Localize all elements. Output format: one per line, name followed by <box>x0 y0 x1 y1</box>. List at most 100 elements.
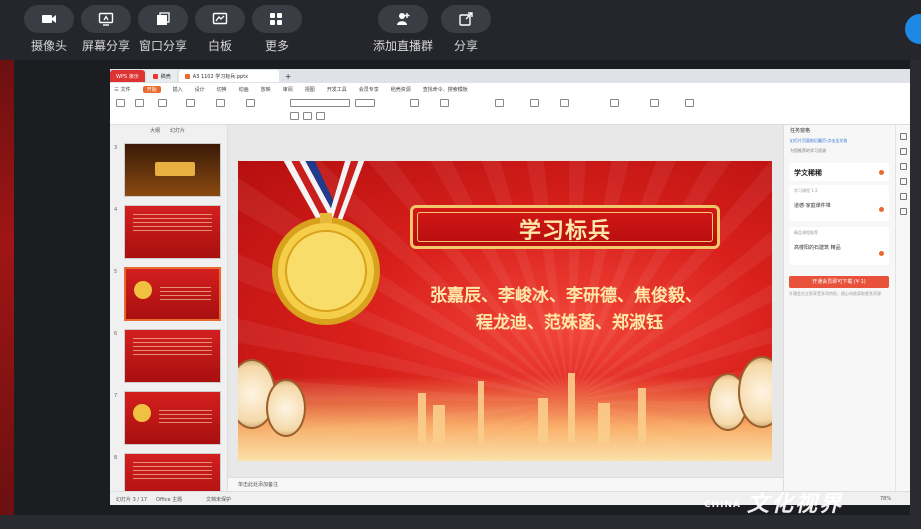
window-share-button[interactable]: 窗口分享 <box>135 5 191 54</box>
align-icon[interactable] <box>440 99 449 107</box>
more-button[interactable]: 更多 <box>249 5 305 54</box>
slide-thumbnail[interactable] <box>124 391 221 445</box>
background-strip-right <box>910 60 921 515</box>
menu-review[interactable]: 审阅 <box>283 86 293 93</box>
tab-doc-1[interactable]: 稿壳 <box>146 70 177 82</box>
arrange-icon[interactable] <box>560 99 569 107</box>
italic-icon[interactable] <box>303 112 312 120</box>
font-size-select[interactable] <box>355 99 375 107</box>
thumbnail-tabs: 大纲 幻灯片 <box>110 125 227 135</box>
theme-name: Office 主题 <box>156 497 183 503</box>
thumbnail-text-lines <box>133 214 212 234</box>
building <box>538 398 548 443</box>
building <box>433 405 445 443</box>
text-box-icon[interactable] <box>495 99 504 107</box>
share-panel-icon[interactable] <box>899 193 907 200</box>
window-share-icon <box>138 5 188 33</box>
animation-icon[interactable] <box>899 163 907 170</box>
property-icon[interactable] <box>899 133 907 140</box>
font-family-select[interactable] <box>290 99 350 107</box>
status-dot[interactable] <box>905 14 921 44</box>
screen-share-button[interactable]: 屏幕分享 <box>78 5 134 54</box>
resource-card[interactable]: 精品课程推荐 高楼阳的石建筑 精品 <box>789 227 889 265</box>
new-slide-icon[interactable] <box>186 99 195 107</box>
doc-icon <box>152 73 158 79</box>
resource-card[interactable]: 学习课程 1·2 道德·家庭课件堆 <box>789 185 889 221</box>
thumb-number: 4 <box>114 207 118 213</box>
menu-member[interactable]: 会员专享 <box>359 86 379 93</box>
slide-thumbnail[interactable] <box>124 329 221 383</box>
watermark-small: CHINA <box>704 500 741 510</box>
thumbnail-text-lines <box>159 410 212 424</box>
zoom-level[interactable]: 78% <box>880 496 891 502</box>
watermark-text: 文化视界 <box>746 492 843 517</box>
camera-button[interactable]: 摄像头 <box>21 5 77 54</box>
menu-docer[interactable]: 稻壳资源 <box>391 86 411 93</box>
thumbnail-text-lines <box>160 287 211 301</box>
drum-decoration <box>266 379 306 437</box>
slide-names-line2[interactable]: 程龙迪、范姝菡、郑淑钰 <box>476 308 663 333</box>
menu-insert[interactable]: 插入 <box>173 86 183 93</box>
protect-status[interactable]: 文档未保护 <box>206 496 231 503</box>
ribbon <box>110 95 910 125</box>
task-pane-link[interactable]: 幻灯片页面前后翻页·点击全文档 <box>784 136 895 146</box>
add-group-button[interactable]: 添加直播群 <box>372 5 434 54</box>
replace-icon[interactable] <box>650 99 659 107</box>
resource-card[interactable]: 学文稀稀 <box>789 163 889 181</box>
slide-thumbnail-selected[interactable] <box>124 267 221 321</box>
thumb-number: 5 <box>114 269 118 275</box>
whiteboard-label: 白板 <box>207 39 232 53</box>
building <box>568 373 575 443</box>
slide-canvas: 学习标兵 张嘉辰、李峻冰、李研德、焦俊毅、 程龙迪、范姝菡、郑淑钰 <box>228 125 783 491</box>
tab-wps-app[interactable]: WPS 演示 <box>110 70 145 82</box>
cut-icon[interactable] <box>135 99 144 107</box>
tab-doc-2[interactable]: A3 1102 学习标兵.pptx <box>178 70 279 82</box>
menu-home[interactable]: 开始 <box>142 85 161 93</box>
share-button[interactable]: 分享 <box>438 5 494 54</box>
slide-title[interactable]: 学习标兵 <box>410 213 720 245</box>
new-tab-icon[interactable]: + <box>285 72 292 81</box>
slide-count: 幻灯片 3 / 17 <box>116 497 147 503</box>
bold-icon[interactable] <box>290 112 299 120</box>
current-slide[interactable]: 学习标兵 张嘉辰、李峻冰、李研德、焦俊毅、 程龙迪、范姝菡、郑淑钰 <box>238 161 772 461</box>
underline-icon[interactable] <box>316 112 325 120</box>
camera-label: 摄像头 <box>30 39 67 53</box>
card-line: 高楼阳的石建筑 精品 <box>794 245 841 251</box>
city-skyline <box>238 376 772 461</box>
menu-transition[interactable]: 切换 <box>217 86 227 93</box>
whiteboard-button[interactable]: 白板 <box>192 5 248 54</box>
notes-pane[interactable]: 单击此处添加备注 <box>228 477 783 491</box>
menu-file[interactable]: 三 文件 <box>114 86 131 93</box>
reset-icon[interactable] <box>246 99 255 107</box>
paste-icon[interactable] <box>116 99 125 107</box>
add-group-icon <box>378 5 428 33</box>
menu-search[interactable]: 查找命令、搜索模板 <box>423 86 468 93</box>
slide-thumbnail[interactable] <box>124 205 221 259</box>
slide-thumbnail[interactable] <box>124 143 221 197</box>
shared-window: WPS 演示 稿壳 A3 1102 学习标兵.pptx + 三 文件 开始 插入… <box>110 69 910 505</box>
wps-menubar: 三 文件 开始 插入 设计 切换 动画 放映 审阅 视图 开发工具 会员专享 稻… <box>110 83 910 95</box>
menu-developer[interactable]: 开发工具 <box>327 86 347 93</box>
menu-animation[interactable]: 动画 <box>239 86 249 93</box>
help-icon[interactable] <box>899 208 907 215</box>
select-icon[interactable] <box>685 99 694 107</box>
thumbnail-graphic <box>155 162 195 176</box>
member-download-button[interactable]: 开通会员即可下载 (¥·1) <box>789 276 889 288</box>
shape-icon[interactable] <box>530 99 539 107</box>
task-pane: 任务窗格 幻灯片页面前后翻页·点击全文档 为您推荐的学习资源 学文稀稀 学习课程… <box>783 125 895 491</box>
history-icon[interactable] <box>899 178 907 185</box>
slide-names-line1[interactable]: 张嘉辰、李峻冰、李研德、焦俊毅、 <box>430 281 702 306</box>
building <box>638 388 646 443</box>
layout-icon[interactable] <box>216 99 225 107</box>
find-icon[interactable] <box>610 99 619 107</box>
menu-design[interactable]: 设计 <box>195 86 205 93</box>
tab-outline[interactable]: 大纲 <box>150 127 160 134</box>
slide-thumbnail-pane: 大纲 幻灯片 3 4 5 6 7 8 <box>110 125 228 505</box>
format-painter-icon[interactable] <box>158 99 167 107</box>
thumb-number: 7 <box>114 393 118 399</box>
tab-slides[interactable]: 幻灯片 <box>170 127 185 134</box>
menu-view[interactable]: 视图 <box>305 86 315 93</box>
list-icon[interactable] <box>410 99 419 107</box>
style-icon[interactable] <box>899 148 907 155</box>
menu-slideshow[interactable]: 放映 <box>261 86 271 93</box>
